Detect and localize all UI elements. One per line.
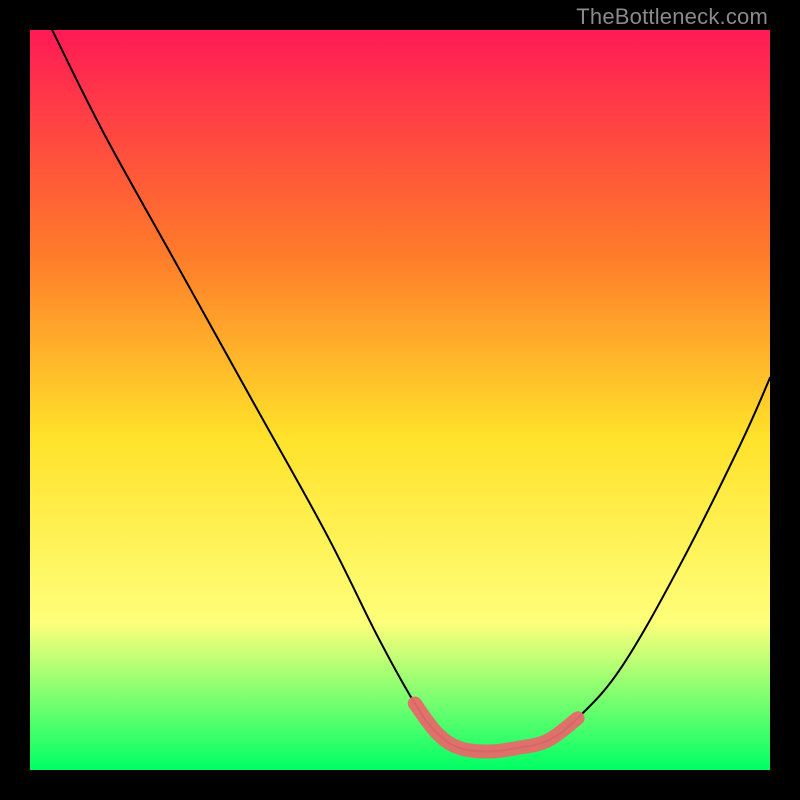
watermark-text: TheBottleneck.com (576, 4, 768, 30)
gradient-background (30, 30, 770, 770)
bottleneck-plot (30, 30, 770, 770)
chart-frame (30, 30, 770, 770)
